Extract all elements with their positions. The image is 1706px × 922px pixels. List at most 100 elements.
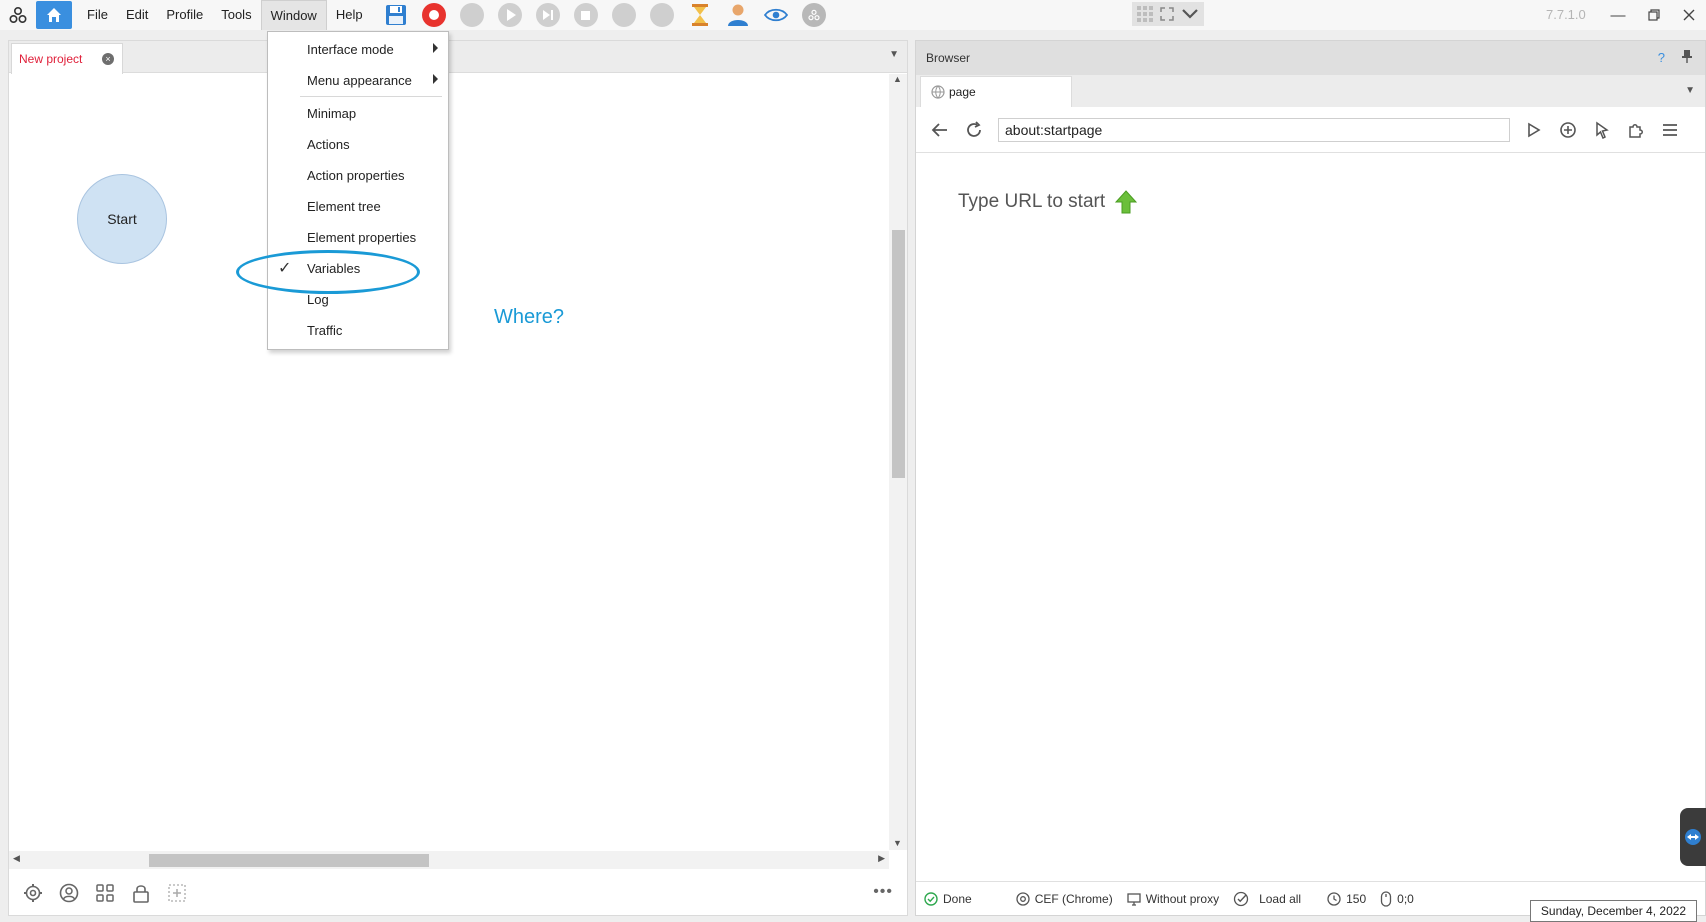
profile-button[interactable] <box>724 1 752 29</box>
menu-window[interactable]: Window <box>260 0 327 30</box>
add-button[interactable] <box>1554 116 1582 144</box>
browser-content[interactable]: Type URL to start <box>916 154 1705 874</box>
disabled-circle-button-3[interactable] <box>648 1 676 29</box>
play-outline-icon <box>1528 122 1541 137</box>
project-canvas[interactable]: Start Where? <box>9 74 889 850</box>
menu-item-element-properties[interactable]: Element properties <box>268 223 448 251</box>
tab-close-icon[interactable]: × <box>102 53 114 65</box>
horizontal-scrollbar[interactable]: ◀ ▶ <box>9 851 889 869</box>
start-node[interactable]: Start <box>77 174 167 264</box>
lock-button[interactable] <box>127 879 155 907</box>
browser-pane: Browser ? page ▼ about:startpage Type UR… <box>915 40 1706 916</box>
stop-button[interactable] <box>572 1 600 29</box>
status-timeout[interactable]: 150 <box>1327 892 1366 906</box>
pin-icon[interactable] <box>1681 49 1693 63</box>
expand-icon[interactable] <box>1156 3 1178 25</box>
status-proxy[interactable]: Without proxy <box>1127 892 1219 906</box>
step-button[interactable] <box>534 1 562 29</box>
menu-item-interface-mode[interactable]: Interface mode <box>268 35 448 63</box>
minimize-button[interactable]: — <box>1606 4 1630 26</box>
disabled-circle-button-2[interactable] <box>610 1 638 29</box>
add-block-button[interactable] <box>163 879 191 907</box>
vertical-scroll-thumb[interactable] <box>892 230 905 478</box>
save-button[interactable] <box>382 1 410 29</box>
gear-icon <box>24 884 42 902</box>
top-toolbar: File Edit Profile Tools Window Help 7.7.… <box>0 0 1706 30</box>
status-load[interactable]: Load all <box>1233 891 1301 907</box>
horizontal-scroll-thumb[interactable] <box>149 854 429 867</box>
tab-label: New project <box>19 52 83 66</box>
logo-circle-button[interactable] <box>800 1 828 29</box>
remote-widget-tab[interactable] <box>1680 808 1706 866</box>
hourglass-button[interactable] <box>686 1 714 29</box>
scroll-right-icon[interactable]: ▶ <box>878 853 885 864</box>
scroll-left-icon[interactable]: ◀ <box>13 853 20 864</box>
date-tooltip: Sunday, December 4, 2022 <box>1530 900 1697 922</box>
vertical-scrollbar[interactable]: ▲ ▼ <box>889 74 907 850</box>
circle-icon <box>649 3 674 27</box>
menu-item-label: Element properties <box>307 229 417 245</box>
menu-separator <box>300 96 442 97</box>
check-circle-icon <box>1233 891 1249 906</box>
extensions-button[interactable] <box>1622 116 1650 144</box>
grid-view-button[interactable] <box>91 879 119 907</box>
double-arrow-icon <box>1685 829 1701 845</box>
menu-help[interactable]: Help <box>327 0 372 30</box>
menu-item-element-tree[interactable]: Element tree <box>268 192 448 220</box>
tab-list-dropdown-icon[interactable]: ▼ <box>889 49 899 60</box>
browser-tab-label: page <box>949 85 976 99</box>
more-options-icon[interactable]: ••• <box>873 883 893 901</box>
menu-item-traffic[interactable]: Traffic <box>268 316 448 344</box>
home-button[interactable] <box>36 1 72 29</box>
menu-item-action-properties[interactable]: Action properties <box>268 161 448 189</box>
browser-tab-page[interactable]: page <box>920 76 1072 107</box>
chevron-down-icon[interactable] <box>1178 3 1202 25</box>
cursor-icon <box>1596 121 1609 139</box>
eye-button[interactable] <box>762 1 790 29</box>
menu-file[interactable]: File <box>78 0 117 30</box>
menu-item-menu-appearance[interactable]: Menu appearance <box>268 66 448 94</box>
scroll-down-icon[interactable]: ▼ <box>893 838 902 848</box>
menu-item-label: Actions <box>307 136 350 152</box>
app-logo-icon[interactable] <box>0 0 36 30</box>
menu-tools[interactable]: Tools <box>212 0 260 30</box>
menu-item-minimap[interactable]: Minimap <box>268 99 448 127</box>
menu-profile[interactable]: Profile <box>157 0 212 30</box>
status-proxy-text: Without proxy <box>1145 891 1220 906</box>
settings-button[interactable] <box>19 879 47 907</box>
browser-menu-button[interactable] <box>1656 116 1684 144</box>
play-button[interactable] <box>496 1 524 29</box>
disabled-circle-button-1[interactable] <box>458 1 486 29</box>
clock-icon <box>1327 891 1341 906</box>
go-button[interactable] <box>1520 116 1548 144</box>
status-load-text: Load all <box>1259 891 1302 906</box>
browser-header: Browser ? <box>916 41 1705 75</box>
record-button[interactable] <box>420 1 448 29</box>
close-button[interactable] <box>1677 4 1701 26</box>
scroll-up-icon[interactable]: ▲ <box>893 74 902 84</box>
mouse-icon <box>1380 890 1392 907</box>
restore-button[interactable] <box>1642 4 1666 26</box>
status-coords: 0;0 <box>1380 890 1414 907</box>
status-engine[interactable]: CEF (Chrome) <box>1016 892 1113 906</box>
menu-item-label: Interface mode <box>307 41 394 57</box>
menu-item-actions[interactable]: Actions <box>268 130 448 158</box>
stop-icon <box>573 3 598 27</box>
url-input[interactable] <box>998 117 1510 142</box>
help-icon[interactable]: ? <box>1658 50 1665 65</box>
canvas-bottom-toolbar: ••• <box>9 871 907 915</box>
menu-item-label: Traffic <box>307 322 343 338</box>
record-icon <box>421 3 446 27</box>
pointer-button[interactable] <box>1588 116 1616 144</box>
back-button[interactable] <box>926 116 954 144</box>
browser-tab-dropdown-icon[interactable]: ▼ <box>1685 85 1695 96</box>
app-logo-gray-icon <box>801 3 826 27</box>
project-tab-strip: New project × ▼ <box>9 41 907 74</box>
menu-edit[interactable]: Edit <box>117 0 157 30</box>
reload-button[interactable] <box>960 116 988 144</box>
tab-new-project[interactable]: New project × <box>11 43 123 74</box>
menu-item-label: Menu appearance <box>307 72 412 88</box>
status-engine-text: CEF (Chrome) <box>1034 891 1113 906</box>
profile-settings-button[interactable] <box>55 879 83 907</box>
grid-icon[interactable] <box>1134 3 1156 25</box>
